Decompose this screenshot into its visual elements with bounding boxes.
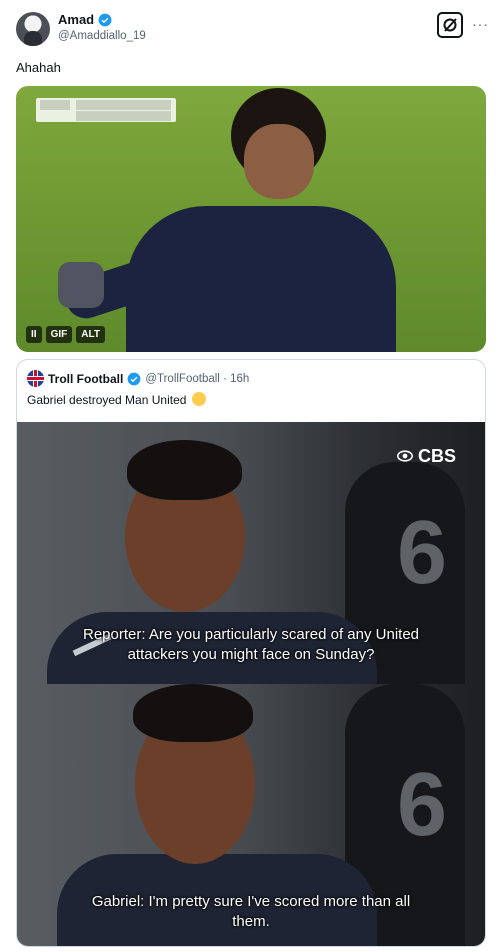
gif-badge: GIF — [45, 326, 73, 343]
gabriel-hair — [133, 684, 253, 742]
gif-media[interactable]: II GIF ALT — [16, 86, 486, 352]
player-glove — [58, 262, 104, 308]
post-text: Ahahah — [16, 60, 61, 75]
crying-emoji-icon — [191, 392, 206, 406]
scorebug — [36, 98, 176, 122]
pause-button[interactable]: II — [26, 326, 42, 343]
cbs-watermark: CBS — [397, 446, 456, 467]
quoted-post[interactable]: Troll Football @TrollFootball · 16h Gabr… — [16, 359, 486, 947]
cbs-label: CBS — [418, 446, 457, 466]
subtitle-2: Gabriel: I'm pretty sure I've scored mor… — [17, 892, 485, 932]
image-frame-1[interactable]: 6 CBS Reporter: Are you particularly sca… — [17, 422, 485, 684]
post-header: Amad @Amaddiallo_19 ··· — [16, 10, 489, 50]
player-face — [244, 124, 314, 199]
author-name-row: Amad — [58, 12, 112, 27]
quoted-text-content: Gabriel destroyed Man United — [27, 393, 187, 407]
author-avatar[interactable] — [16, 12, 50, 46]
subtitle-1-line1: Reporter: Are you particularly scared of… — [83, 626, 419, 643]
quoted-author-row: Troll Football @TrollFootball · 16h — [27, 370, 249, 387]
alt-text-button[interactable]: ALT — [76, 326, 105, 343]
verified-badge-icon — [127, 372, 141, 385]
image-frame-2[interactable]: 6 Gabriel: I'm pretty sure I've scored m… — [17, 684, 485, 946]
grok-icon[interactable] — [437, 12, 463, 38]
media-badges: II GIF ALT — [26, 326, 105, 343]
jersey-number: 6 — [397, 755, 448, 855]
subtitle-1-line2: attackers you might face on Sunday? — [127, 646, 375, 663]
author-name[interactable]: Amad — [58, 12, 94, 27]
subtitle-2-line1: Gabriel: I'm pretty sure I've scored mor… — [91, 893, 411, 910]
quoted-author-name: Troll Football — [48, 371, 124, 386]
gabriel-hair — [127, 440, 242, 500]
author-handle[interactable]: @Amaddiallo_19 — [58, 30, 146, 42]
quoted-author-handle: @TrollFootball · 16h — [145, 372, 250, 385]
quoted-avatar-flag-icon — [27, 370, 44, 387]
jersey-number: 6 — [397, 503, 448, 603]
cbs-eye-icon — [397, 450, 413, 462]
subtitle-1: Reporter: Are you particularly scared of… — [17, 625, 485, 665]
more-options-button[interactable]: ··· — [472, 16, 489, 32]
verified-badge-icon — [98, 13, 112, 26]
quoted-text: Gabriel destroyed Man United — [27, 392, 206, 407]
subtitle-2-line2: them. — [232, 913, 270, 930]
